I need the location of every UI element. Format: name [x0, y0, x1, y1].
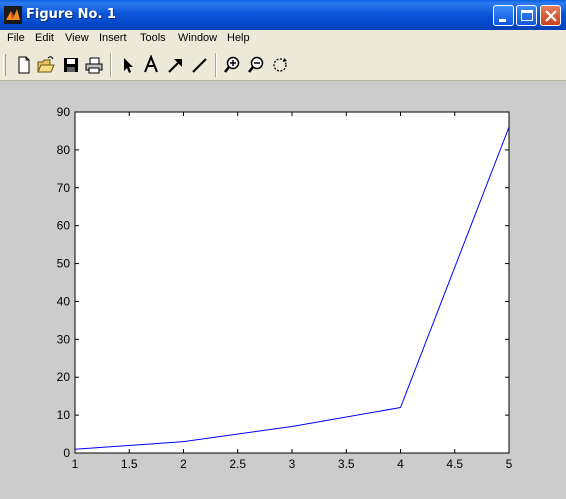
- x-tick-label: 2.5: [229, 457, 246, 471]
- figure-canvas[interactable]: 1 1.5 2 2.5 3 3.5 4 4.5 5 0 10 20 30 40 50 60 70 80 90: [0, 82, 566, 499]
- y-tick-label: 30: [57, 332, 71, 346]
- menu-view[interactable]: View: [65, 32, 89, 44]
- x-tick-label: 3: [289, 457, 296, 471]
- minimize-icon: [499, 19, 506, 22]
- figure-window: Figure No. 1 File Edit View Insert Tools…: [0, 0, 566, 499]
- menu-tools[interactable]: Tools: [140, 32, 166, 44]
- select-arrow-icon: [124, 58, 133, 73]
- x-tick-label: 5: [506, 457, 513, 471]
- y-tick-label: 0: [63, 446, 70, 460]
- toolbar-grip[interactable]: [3, 54, 6, 76]
- maximize-icon: [521, 10, 533, 21]
- zoom-out-button[interactable]: [246, 54, 266, 76]
- insert-arrow-icon: [168, 59, 182, 73]
- insert-text-button[interactable]: [141, 54, 161, 76]
- y-tick-label: 40: [57, 294, 71, 308]
- x-tick-label: 1.5: [121, 457, 138, 471]
- maximize-button[interactable]: [516, 5, 537, 26]
- y-tick-label: 80: [57, 143, 71, 157]
- insert-text-icon: [144, 54, 158, 73]
- menu-file[interactable]: File: [7, 32, 25, 44]
- zoom-out-icon: [248, 56, 264, 73]
- rotate-icon: [273, 58, 287, 72]
- rotate-button[interactable]: [270, 54, 290, 76]
- open-folder-icon: [37, 56, 55, 73]
- save-button[interactable]: [61, 54, 81, 76]
- menu-window[interactable]: Window: [178, 32, 217, 44]
- save-icon: [64, 58, 78, 72]
- open-button[interactable]: [36, 54, 56, 76]
- menu-bar: File Edit View Insert Tools Window Help: [0, 30, 566, 48]
- axes-background[interactable]: [75, 112, 509, 453]
- x-tick-label: 4: [397, 457, 404, 471]
- toolbar-separator: [110, 53, 112, 77]
- minimize-button[interactable]: [493, 5, 514, 26]
- new-file-button[interactable]: [14, 54, 34, 76]
- y-tick-label: 10: [57, 408, 71, 422]
- select-button[interactable]: [117, 54, 137, 76]
- window-title: Figure No. 1: [26, 7, 116, 22]
- new-file-icon: [18, 56, 30, 74]
- print-button[interactable]: [84, 54, 104, 76]
- x-tick-label: 2: [180, 457, 187, 471]
- toolbar-separator-2: [215, 53, 217, 77]
- x-tick-label: 1: [72, 457, 79, 471]
- line-plot[interactable]: 1 1.5 2 2.5 3 3.5 4 4.5 50102030405060708090: [0, 82, 566, 499]
- insert-line-button[interactable]: [189, 54, 209, 76]
- menu-edit[interactable]: Edit: [35, 32, 54, 44]
- x-tick-label: 4.5: [446, 457, 463, 471]
- zoom-in-icon: [224, 56, 240, 73]
- y-tick-label: 20: [57, 370, 71, 384]
- x-tick-label: 3.5: [338, 457, 355, 471]
- close-icon: [545, 10, 557, 22]
- close-button[interactable]: [540, 5, 561, 26]
- insert-arrow-button[interactable]: [165, 54, 185, 76]
- y-tick-label: 60: [57, 219, 71, 233]
- matlab-icon: [4, 6, 22, 24]
- menu-help[interactable]: Help: [227, 32, 250, 44]
- menu-insert[interactable]: Insert: [99, 32, 127, 44]
- insert-line-icon: [192, 58, 207, 73]
- figure-toolbar: [0, 48, 566, 81]
- zoom-in-button[interactable]: [222, 54, 242, 76]
- y-tick-label: 90: [57, 105, 71, 119]
- title-bar[interactable]: Figure No. 1: [0, 0, 566, 30]
- print-icon: [85, 57, 103, 74]
- y-tick-label: 50: [57, 257, 71, 271]
- y-tick-label: 70: [57, 181, 71, 195]
